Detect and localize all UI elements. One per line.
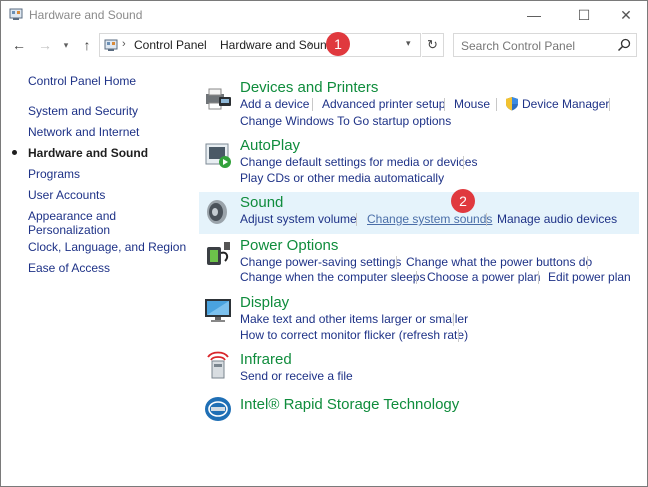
category-autoplay: AutoPlay Change default settings for med… xyxy=(199,135,639,187)
monitor-icon xyxy=(205,299,231,322)
control-panel-window: Hardware and Sound — ☐ ✕ ← → ▾ ↑ › Contr… xyxy=(0,0,648,487)
task-add-a-device[interactable]: Add a device xyxy=(240,97,309,111)
shield-icon xyxy=(506,97,518,111)
maximize-icon: ☐ xyxy=(577,6,591,23)
category-title-infrared[interactable]: Infrared xyxy=(240,351,292,368)
title-bar: Hardware and Sound — ☐ ✕ xyxy=(1,1,647,29)
sidebar-item-clock-language-region[interactable]: Clock, Language, and Region xyxy=(28,240,186,254)
category-power-options: Power Options Change power-saving settin… xyxy=(199,235,639,287)
task-separator xyxy=(538,271,539,284)
task-make-text-larger-or-smaller[interactable]: Make text and other items larger or smal… xyxy=(240,312,468,326)
category-title-sound[interactable]: Sound xyxy=(240,194,283,211)
window-title: Hardware and Sound xyxy=(29,8,143,22)
category-title-autoplay[interactable]: AutoPlay xyxy=(240,137,300,154)
breadcrumb-control-panel[interactable]: Control Panel xyxy=(134,38,207,52)
category-infrared: Infrared Send or receive a file xyxy=(199,349,639,387)
speaker-icon xyxy=(207,200,227,224)
task-change-default-media-settings[interactable]: Change default settings for media or dev… xyxy=(240,155,477,169)
task-change-windows-to-go-startup-options[interactable]: Change Windows To Go startup options xyxy=(240,114,451,128)
task-separator xyxy=(463,156,464,169)
maximize-button[interactable]: ☐ xyxy=(561,1,607,29)
sidebar-item-appearance-and-personalization[interactable]: Appearance and Personalization xyxy=(28,209,138,237)
breadcrumb-hardware-and-sound[interactable]: Hardware and Sound xyxy=(220,38,333,52)
task-separator xyxy=(486,213,487,226)
task-play-cds-automatically[interactable]: Play CDs or other media automatically xyxy=(240,171,444,185)
category-title-intel-rapid-storage[interactable]: Intel® Rapid Storage Technology xyxy=(240,396,459,413)
current-item-bullet-icon xyxy=(12,150,17,155)
task-change-when-computer-sleeps[interactable]: Change when the computer sleeps xyxy=(240,270,425,284)
category-sound: Sound Adjust system volume Change system… xyxy=(199,192,639,234)
search-icon[interactable] xyxy=(617,38,631,52)
forward-arrow-icon: → xyxy=(38,37,52,53)
task-separator xyxy=(396,256,397,269)
back-button[interactable]: ← xyxy=(9,35,29,55)
category-devices-and-printers: Devices and Printers Add a device Advanc… xyxy=(199,77,639,129)
minimize-icon: — xyxy=(527,7,541,23)
sidebar-item-network-and-internet[interactable]: Network and Internet xyxy=(28,125,139,139)
task-change-power-buttons[interactable]: Change what the power buttons do xyxy=(406,255,592,269)
task-advanced-printer-setup[interactable]: Advanced printer setup xyxy=(322,97,445,111)
task-separator xyxy=(444,98,445,111)
category-intel-rapid-storage: Intel® Rapid Storage Technology xyxy=(199,393,639,425)
search-input[interactable]: Search Control Panel xyxy=(453,33,637,57)
minimize-button[interactable]: — xyxy=(511,1,557,29)
control-panel-icon xyxy=(9,8,23,20)
control-panel-icon xyxy=(104,39,118,51)
refresh-icon: ↻ xyxy=(427,37,438,52)
chevron-down-icon: ▾ xyxy=(63,39,69,50)
search-placeholder: Search Control Panel xyxy=(461,39,576,53)
task-adjust-system-volume[interactable]: Adjust system volume xyxy=(240,212,357,226)
close-button[interactable]: ✕ xyxy=(603,1,648,29)
task-change-system-sounds[interactable]: Change system sounds xyxy=(367,212,492,226)
task-correct-monitor-flicker[interactable]: How to correct monitor flicker (refresh … xyxy=(240,328,468,342)
task-separator xyxy=(458,329,459,342)
task-mouse[interactable]: Mouse xyxy=(454,97,490,111)
sidebar-item-user-accounts[interactable]: User Accounts xyxy=(28,188,105,202)
up-arrow-icon: ↑ xyxy=(83,37,91,53)
breadcrumb-separator-icon[interactable]: › xyxy=(122,38,126,50)
intel-storage-icon xyxy=(205,397,231,421)
printer-icon xyxy=(206,88,231,110)
annotation-badge: 1 xyxy=(326,32,350,56)
task-edit-power-plan[interactable]: Edit power plan xyxy=(548,270,631,284)
forward-button[interactable]: → xyxy=(35,35,55,55)
task-separator xyxy=(453,313,454,326)
category-title-power-options[interactable]: Power Options xyxy=(240,237,338,254)
sidebar-control-panel-home[interactable]: Control Panel Home xyxy=(28,74,136,88)
task-send-or-receive-a-file[interactable]: Send or receive a file xyxy=(240,369,353,383)
up-button[interactable]: ↑ xyxy=(77,35,97,55)
navigation-bar: ← → ▾ ↑ › Control Panel › Hardware and S… xyxy=(1,31,647,59)
category-title-display[interactable]: Display xyxy=(240,294,289,311)
task-change-power-saving-settings[interactable]: Change power-saving settings xyxy=(240,255,401,269)
infrared-icon xyxy=(207,351,229,379)
address-dropdown-icon[interactable]: ▾ xyxy=(406,38,411,49)
address-bar[interactable]: › Control Panel › Hardware and Sound ▾ xyxy=(99,33,421,57)
task-manage-audio-devices[interactable]: Manage audio devices xyxy=(497,212,617,226)
back-arrow-icon: ← xyxy=(12,37,26,53)
close-icon: ✕ xyxy=(620,6,632,23)
recent-locations-button[interactable]: ▾ xyxy=(59,35,73,55)
task-separator xyxy=(356,213,357,226)
task-separator xyxy=(312,98,313,111)
task-separator xyxy=(416,271,417,284)
refresh-button[interactable]: ↻ xyxy=(422,33,444,57)
category-display: Display Make text and other items larger… xyxy=(199,292,639,344)
sidebar-item-ease-of-access[interactable]: Ease of Access xyxy=(28,261,110,275)
power-icon xyxy=(207,242,230,265)
annotation-badge: 2 xyxy=(451,189,475,213)
autoplay-icon xyxy=(205,143,231,168)
sidebar-item-programs[interactable]: Programs xyxy=(28,167,80,181)
task-separator xyxy=(587,256,588,269)
task-choose-a-power-plan[interactable]: Choose a power plan xyxy=(427,270,540,284)
sidebar-item-hardware-and-sound: Hardware and Sound xyxy=(28,146,149,160)
task-separator xyxy=(496,98,497,111)
task-device-manager[interactable]: Device Manager xyxy=(522,97,609,111)
task-separator xyxy=(609,98,610,111)
category-title-devices-and-printers[interactable]: Devices and Printers xyxy=(240,79,378,96)
sidebar-item-system-and-security[interactable]: System and Security xyxy=(28,104,138,118)
